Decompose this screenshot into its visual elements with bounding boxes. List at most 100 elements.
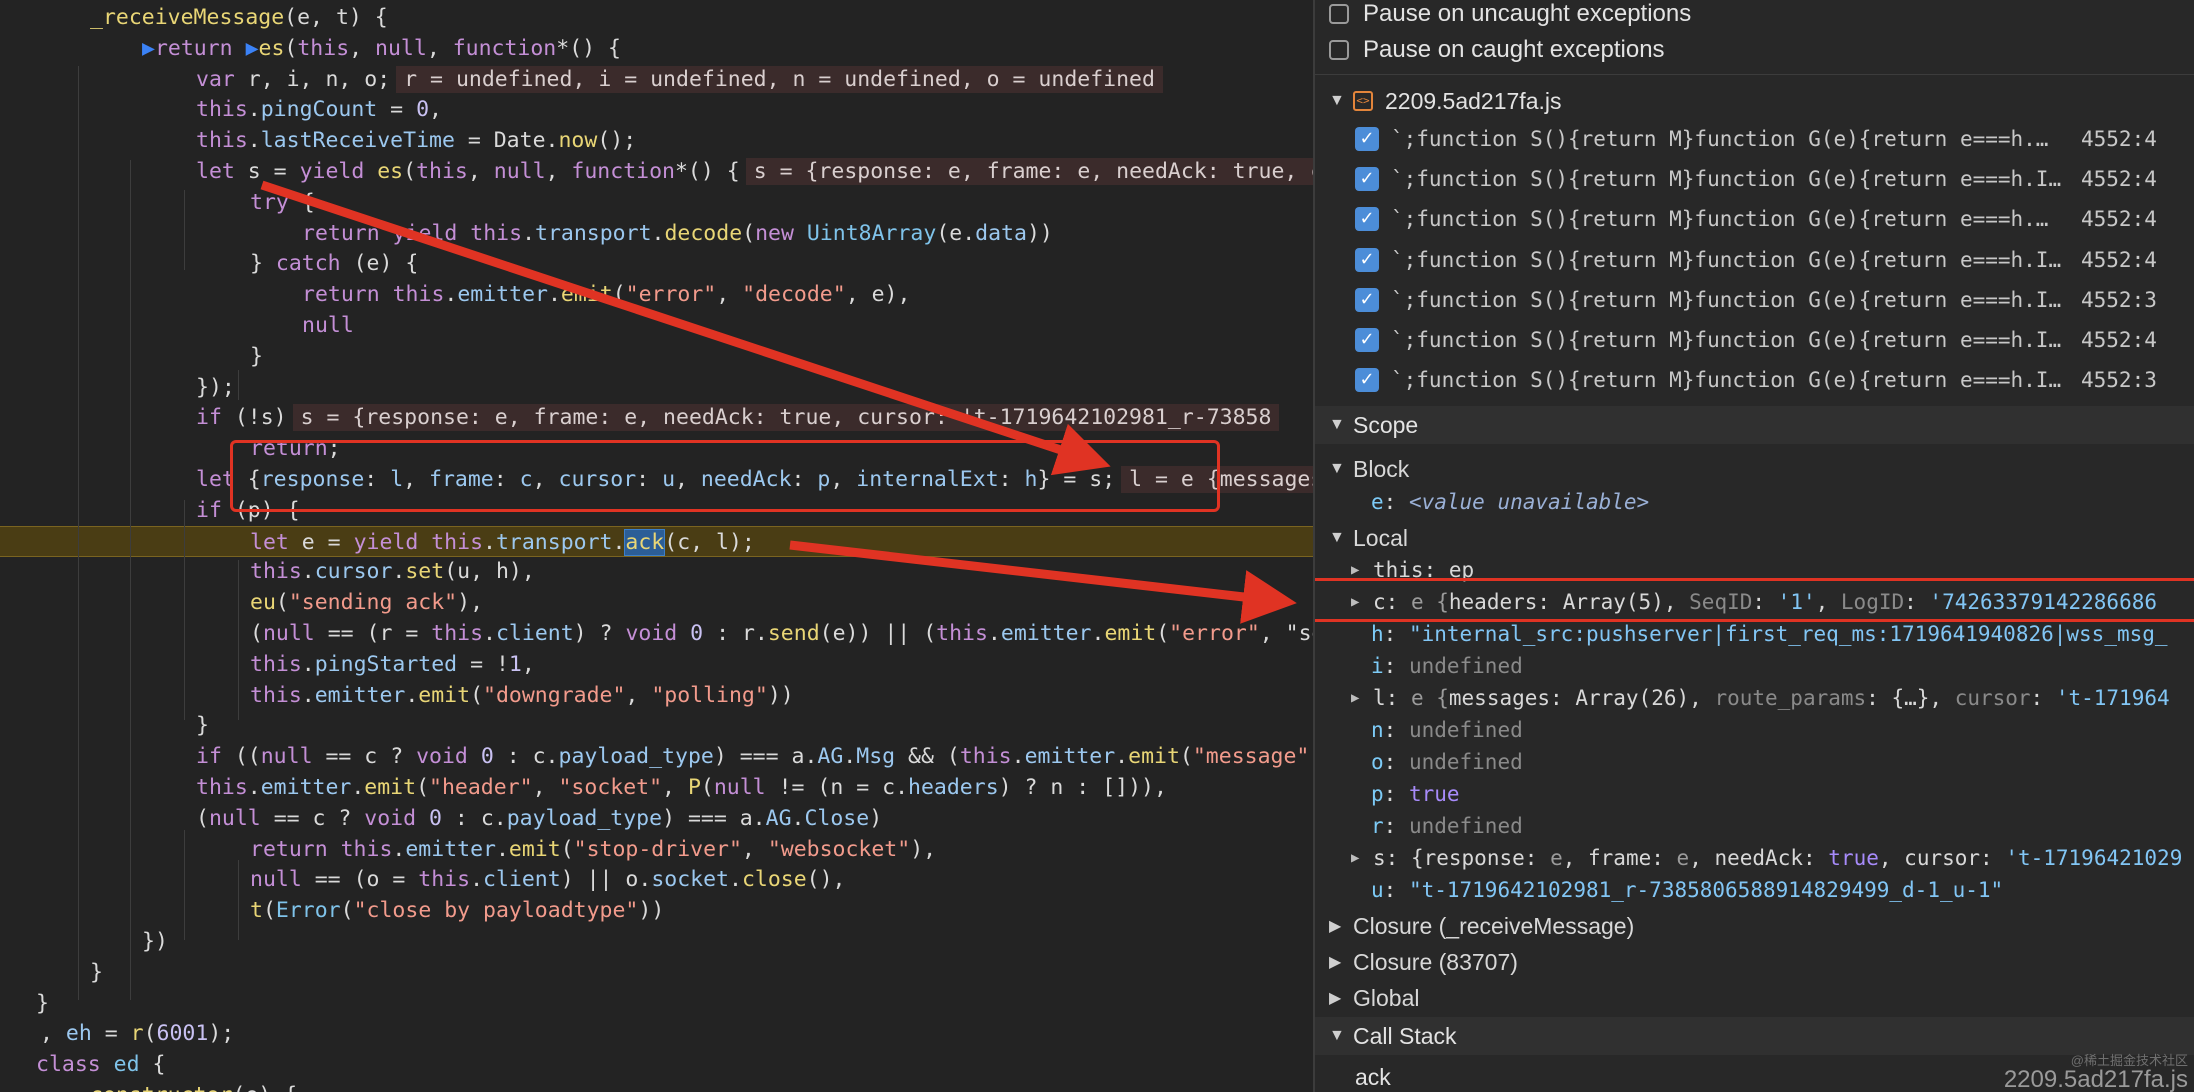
closure-83707[interactable]: ▶ Closure (83707) — [1329, 946, 1518, 978]
current-execution-line[interactable]: let e = yield this.transport.ack(c, l); — [0, 525, 1313, 557]
code-line[interactable]: this.emitter.emit("downgrade", "polling"… — [0, 680, 1313, 711]
code-line[interactable]: } — [0, 341, 1313, 372]
indent-guide — [184, 500, 185, 720]
breakpoint-row[interactable]: ✓ `;function S(){return M}function G(e){r… — [1355, 240, 2194, 280]
breakpoint-row[interactable]: ✓ `;function S(){return M}function G(e){r… — [1355, 360, 2194, 400]
pause-caught-checkbox[interactable] — [1329, 40, 1349, 60]
code-line[interactable]: null == (o = this.client) || o.socket.cl… — [0, 864, 1313, 895]
code-token: AG — [765, 805, 792, 831]
code-line[interactable]: try { — [0, 187, 1313, 218]
code-token: _receiveMessage — [90, 5, 285, 30]
code-token: "downgrade" — [483, 682, 626, 708]
code-token: "error" — [625, 282, 717, 308]
code-token: (); — [597, 128, 637, 154]
breakpoint-row[interactable]: ✓ `;function S(){return M}function G(e){r… — [1355, 159, 2194, 199]
code-line[interactable]: , eh = r(6001); — [0, 1018, 1313, 1049]
pause-uncaught-checkbox[interactable] — [1329, 4, 1349, 24]
call-stack-header[interactable]: ▼ Call Stack — [1315, 1017, 2194, 1055]
code-token: . — [444, 282, 458, 308]
breakpoint-checkbox[interactable]: ✓ — [1355, 127, 1379, 151]
local-scope-header[interactable]: ▼ Local — [1329, 522, 1408, 554]
scope-var-i[interactable]: i: undefined — [1371, 650, 1523, 682]
code-line[interactable]: return this.emitter.emit("stop-driver", … — [0, 834, 1313, 865]
code-token: transport — [535, 220, 652, 246]
code-line[interactable]: var r, i, n, o; r = undefined, i = undefi… — [0, 64, 1313, 95]
scope-var-h[interactable]: h: "internal_src:pushserver|first_req_ms… — [1371, 618, 2168, 650]
code-line[interactable]: } — [0, 710, 1313, 741]
breakpoint-code: `;function S(){return M}function G(e){re… — [1391, 127, 2049, 151]
code-line[interactable]: } catch (e) { — [0, 248, 1313, 279]
code-line[interactable]: eu("sending ack"), — [0, 587, 1313, 618]
breakpoint-row[interactable]: ✓ `;function S(){return M}function G(e){r… — [1355, 119, 2194, 159]
code-line[interactable]: (null == (r = this.client) ? void 0 : r.… — [0, 618, 1313, 649]
pause-uncaught-option[interactable]: Pause on uncaught exceptions — [1329, 0, 1691, 31]
scope-var-l[interactable]: ▶ l: e { messages: Array(26), route_para… — [1351, 682, 2170, 714]
breakpoint-row[interactable]: ✓ `;function S(){return M}function G(e){r… — [1355, 320, 2194, 360]
code-token: , — [532, 775, 559, 800]
breakpoint-checkbox[interactable]: ✓ — [1355, 207, 1379, 232]
breakpoint-checkbox[interactable]: ✓ — [1355, 247, 1379, 272]
code-line[interactable]: _receiveMessage(e, t) { — [0, 2, 1313, 33]
code-line[interactable]: null — [0, 310, 1313, 341]
code-token: emitter — [457, 282, 548, 308]
scope-var-e[interactable]: e: <value unavailable> — [1371, 486, 1649, 518]
scope-header[interactable]: ▼ Scope — [1315, 406, 2194, 444]
closure-receive-message[interactable]: ▶ Closure (_receiveMessage) — [1329, 910, 1634, 942]
code-line[interactable]: t(Error("close by payloadtype")) — [0, 895, 1313, 926]
breakpoint-checkbox[interactable]: ✓ — [1355, 167, 1379, 192]
triangle-right-icon[interactable]: ▶ — [1351, 850, 1373, 866]
code-line[interactable]: if (!s) s = {response: e, frame: e, needA… — [0, 402, 1313, 433]
scope-var-r[interactable]: r: undefined — [1371, 810, 1523, 842]
code-line[interactable]: constructor(e) { — [0, 1080, 1313, 1092]
block-scope-header[interactable]: ▼ Block — [1329, 453, 1409, 485]
code-line[interactable]: return yield this.transport.decode(new U… — [0, 218, 1313, 249]
global-scope[interactable]: ▶ Global — [1329, 982, 1419, 1014]
code-line[interactable]: return this.emitter.emit("error", "decod… — [0, 279, 1313, 310]
code-token: : c. — [493, 744, 559, 770]
code-token: var — [196, 66, 248, 92]
scope-var-n[interactable]: n: undefined — [1371, 714, 1523, 746]
triangle-down-icon[interactable]: ▼ — [1329, 92, 1353, 110]
code-token: ( — [612, 282, 626, 308]
code-line[interactable]: this.lastReceiveTime = Date.now(); — [0, 125, 1313, 156]
code-line[interactable]: (null == c ? void 0 : c.payload_type) ==… — [0, 803, 1313, 834]
scope-var-u[interactable]: u: "t-1719642102981_r-738580658891482949… — [1371, 874, 2003, 906]
pause-caught-option[interactable]: Pause on caught exceptions — [1329, 33, 1665, 67]
breakpoint-row[interactable]: ✓ `;function S(){return M}function G(e){r… — [1355, 280, 2194, 320]
code-line[interactable]: } — [0, 957, 1313, 988]
code-text: (null == c ? void 0 : c.payload_type) ==… — [196, 803, 882, 834]
breakpoint-checkbox[interactable]: ✓ — [1355, 368, 1379, 393]
call-stack-frame-ack[interactable]: ack — [1355, 1064, 1391, 1091]
code-token: client — [495, 621, 574, 646]
breakpoint-row[interactable]: ✓ `;function S(){return M}function G(e){r… — [1355, 199, 2194, 239]
code-line[interactable]: let s = yield es(this, null, function*()… — [0, 156, 1313, 187]
code-line[interactable]: this.pingStarted = !1, — [0, 649, 1313, 680]
code-token: let — [250, 529, 302, 555]
triangle-right-icon[interactable]: ▶ — [1351, 562, 1373, 578]
scope-var-o[interactable]: o: undefined — [1371, 746, 1523, 778]
scope-var-p[interactable]: p: true — [1371, 778, 1460, 810]
code-token: cursor — [314, 559, 393, 585]
code-line[interactable]: this.cursor.set(u, h), — [0, 556, 1313, 587]
code-token: lastReceiveTime — [260, 128, 455, 154]
scope-var-s[interactable]: ▶ s: { response: e, frame: e, needAck: t… — [1351, 842, 2182, 874]
indent-guide — [238, 560, 239, 720]
code-token: yield — [353, 529, 432, 555]
triangle-right-icon[interactable]: ▶ — [1351, 690, 1373, 706]
code-line[interactable]: } — [0, 988, 1313, 1019]
breakpoint-file-row[interactable]: ▼ <> 2209.5ad217fa.js — [1329, 84, 1562, 118]
code-line[interactable]: if ((null == c ? void 0 : c.payload_type… — [0, 741, 1313, 772]
code-line[interactable]: class ed { — [0, 1049, 1313, 1080]
code-token: function — [452, 35, 557, 61]
breakpoint-checkbox[interactable]: ✓ — [1355, 328, 1379, 352]
breakpoint-checkbox[interactable]: ✓ — [1355, 287, 1379, 312]
code-line[interactable]: ▶return ▶es(this, null, function*() { — [0, 33, 1313, 64]
code-line[interactable]: this.pingCount = 0, — [0, 94, 1313, 125]
code-token: (( — [234, 744, 261, 770]
code-line[interactable]: this.emitter.emit("header", "socket", P(… — [0, 772, 1313, 803]
code-token: ( — [262, 898, 276, 924]
code-line[interactable]: }); — [0, 372, 1313, 403]
code-line[interactable]: }) — [0, 926, 1313, 957]
code-token: "error" — [1169, 621, 1260, 646]
code-editor[interactable]: _receiveMessage(e, t) {▶return ▶es(this,… — [0, 0, 1313, 1092]
